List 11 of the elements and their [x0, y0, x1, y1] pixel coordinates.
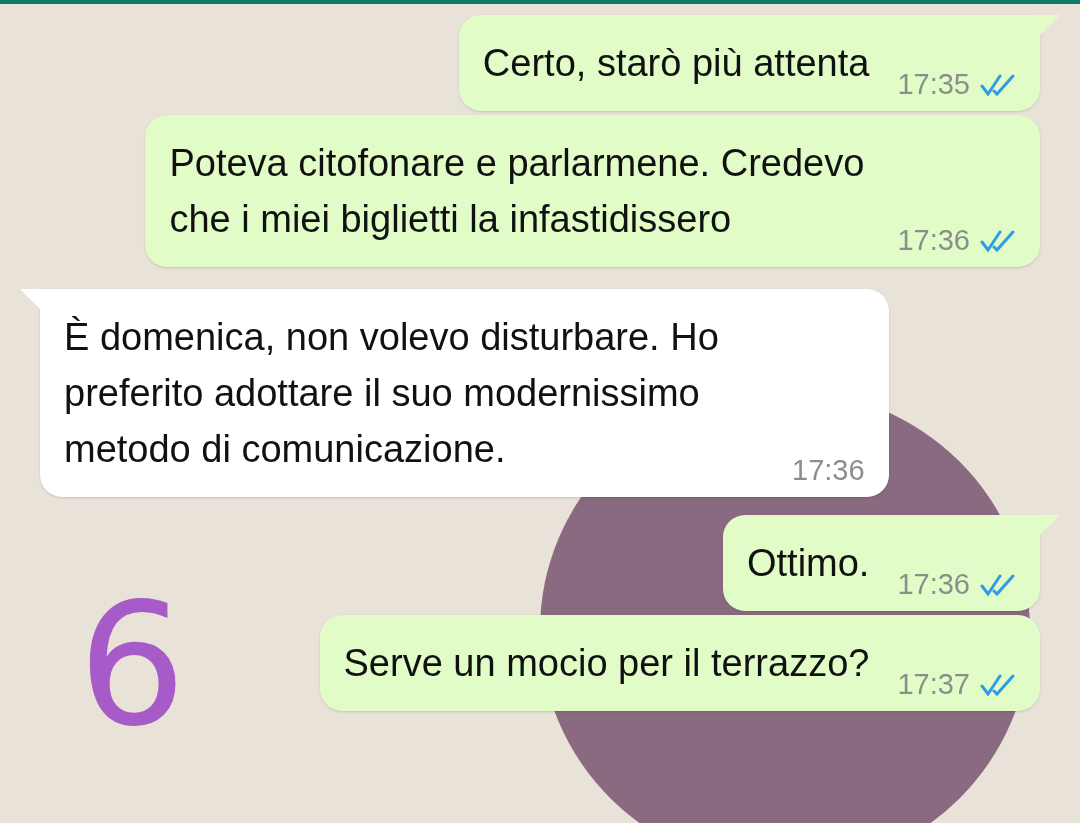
handwritten-number: 6: [78, 580, 187, 750]
message-time: 17:36: [897, 226, 970, 255]
message-text: Serve un mocio per il terrazzo?: [343, 641, 870, 686]
message-text: Ottimo.: [746, 541, 870, 586]
message-text: Poteva citofonare e parlarmene. Credevo che i miei biglietti la infastidissero: [169, 141, 866, 242]
message-time: 17:35: [897, 70, 970, 99]
message-time: 17:36: [897, 570, 970, 599]
message-text: Certo, starò più attenta: [482, 41, 870, 86]
message-text: È domenica, non volevo disturbare. Ho preferito adottare il suo modernissimo metodo di comunicazione.: [64, 315, 720, 472]
message-time: 17:36: [792, 456, 865, 485]
message-time: 17:37: [897, 670, 970, 699]
